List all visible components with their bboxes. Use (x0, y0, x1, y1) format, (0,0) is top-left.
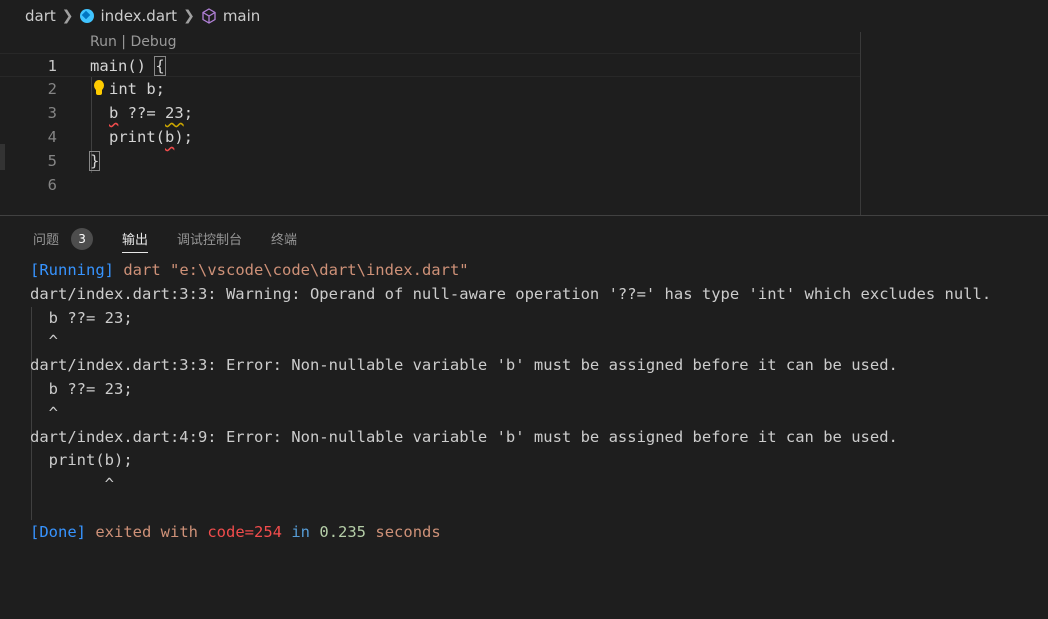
line-number: 5 (47, 152, 57, 170)
method-cube-icon (202, 8, 216, 24)
code-text: } (88, 149, 101, 173)
tab-debug-console[interactable]: 调试控制台 (177, 216, 242, 261)
line-number: 2 (47, 80, 57, 98)
exit-code: code=254 (207, 522, 282, 541)
warning-squiggle-23: 23 (165, 104, 184, 122)
brace-open: { (154, 56, 166, 76)
tab-label: 终端 (271, 233, 298, 248)
output-line: ^ (30, 475, 114, 494)
code-line-2[interactable]: 2 int b; (0, 77, 860, 101)
running-tag: [Running] (30, 261, 114, 279)
line-number: 6 (47, 176, 57, 194)
output-blank-line (30, 497, 1040, 521)
code-text: int b; (109, 80, 165, 98)
code-line-5[interactable]: 5 } (0, 149, 860, 173)
code-line-6[interactable]: 6 (0, 173, 860, 197)
done-seconds-text: seconds (375, 522, 441, 541)
breadcrumb-symbol[interactable]: main (223, 7, 260, 25)
output-line: dart/index.dart:4:9: Error: Non-nullable… (30, 427, 898, 446)
problems-count-badge: 3 (71, 227, 94, 250)
error-squiggle-b: b (165, 128, 175, 146)
code-text: main() { (90, 54, 166, 78)
output-line: dart/index.dart:3:3: Error: Non-nullable… (30, 356, 898, 375)
code-line-3[interactable]: 3 b ??= 23; (0, 101, 860, 125)
editor-ruler (860, 32, 861, 215)
code-line-4[interactable]: 4 print(b); (0, 125, 860, 149)
output-log[interactable]: [Running] dart "e:\vscode\code\dart\inde… (30, 259, 1040, 545)
line-number: 4 (47, 128, 57, 146)
line-number: 3 (47, 104, 57, 122)
bottom-panel: 问题 3 输出 调试控制台 终端 [Running] dart "e:\vsco… (0, 215, 1048, 619)
brace-close: } (88, 151, 101, 171)
output-line: ^ (30, 403, 58, 422)
output-line: b ??= 23; (30, 379, 133, 398)
chevron-right-icon: ❯ (183, 8, 195, 24)
lightbulb-icon[interactable] (92, 80, 106, 98)
code-line-1[interactable]: 1 main() { (0, 53, 860, 77)
running-command: dart "e:\vscode\code\dart\index.dart" (123, 261, 469, 279)
tab-label: 输出 (122, 233, 149, 248)
done-tag: [Done] (30, 522, 86, 541)
output-done-line: [Done] exited with code=254 in 0.235 sec… (30, 521, 1040, 545)
output-running-line: [Running] dart "e:\vscode\code\dart\inde… (30, 259, 1040, 283)
dart-file-icon (79, 9, 94, 23)
code-segment-main: main() (90, 57, 156, 75)
code-editor[interactable]: Run | Debug 1 main() { 2 int b; 3 b ??= … (0, 32, 1048, 215)
tab-terminal[interactable]: 终端 (271, 216, 297, 261)
breadcrumb: dart ❯ index.dart ❯ main (0, 0, 1048, 32)
panel-tabs: 问题 3 输出 调试控制台 终端 (0, 216, 1048, 261)
breadcrumb-file[interactable]: index.dart (101, 7, 178, 25)
output-line: print(b); (30, 451, 133, 470)
tab-label: 调试控制台 (177, 233, 243, 248)
elapsed-time: 0.235 (319, 522, 367, 541)
output-line: b ??= 23; (30, 308, 133, 327)
tab-label: 问题 (33, 233, 60, 248)
tab-problems[interactable]: 问题 3 (33, 216, 94, 261)
code-text: print(b); (109, 128, 194, 146)
done-exited-text: exited with (95, 522, 198, 541)
output-line: ^ (30, 332, 58, 351)
breadcrumb-folder[interactable]: dart (25, 7, 56, 25)
chevron-right-icon: ❯ (61, 8, 74, 24)
code-text: b ??= 23; (109, 104, 194, 122)
tab-output[interactable]: 输出 (122, 216, 149, 261)
codelens-run-debug[interactable]: Run | Debug (90, 32, 177, 52)
done-in-text: in (291, 522, 311, 541)
error-squiggle-b: b (109, 104, 119, 122)
line-number: 1 (47, 57, 57, 75)
output-line: dart/index.dart:3:3: Warning: Operand of… (30, 284, 992, 303)
